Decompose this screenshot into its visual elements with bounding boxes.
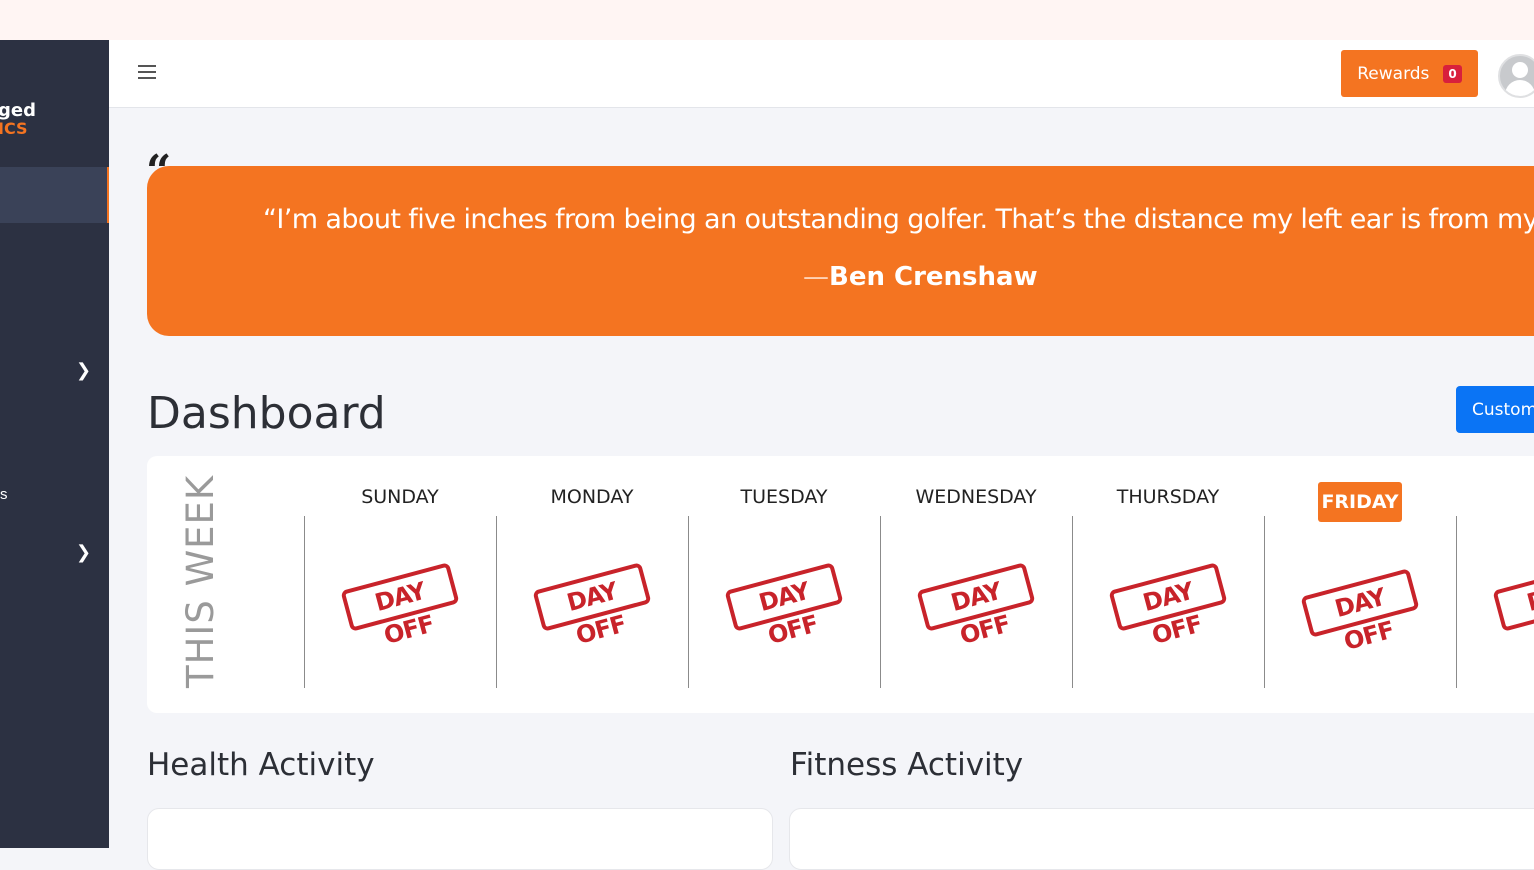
sidebar: ged ICS ❯ s ❯	[0, 40, 109, 848]
customize-button[interactable]: Custom	[1456, 386, 1534, 433]
rewards-label: Rewards	[1357, 63, 1430, 84]
day-off-stamp: DAY OFF	[1492, 562, 1534, 650]
health-activity-panel	[147, 808, 773, 870]
fitness-activity-panel	[789, 808, 1534, 870]
day-column: SUNDAY DAY OFF	[304, 456, 496, 713]
top-header: Rewards 0	[109, 40, 1534, 108]
day-name: WEDNESDAY	[915, 486, 1037, 508]
day-divider	[880, 516, 881, 688]
day-name: SAT	[1456, 486, 1534, 508]
day-column: THURSDAY DAY OFF	[1072, 456, 1264, 713]
day-column: TUESDAY DAY OFF	[688, 456, 880, 713]
day-name: SUNDAY	[361, 486, 439, 508]
day-off-stamp: DAY OFF	[1108, 562, 1228, 650]
day-divider	[1264, 516, 1265, 688]
day-column: SAT DAY OFF	[1456, 456, 1534, 713]
day-divider	[304, 516, 305, 688]
day-off-stamp: DAY OFF	[532, 562, 652, 650]
quote-author-name: Ben Crenshaw	[829, 262, 1038, 292]
day-divider	[496, 516, 497, 688]
rewards-count-badge: 0	[1443, 64, 1462, 83]
day-name: THURSDAY	[1116, 486, 1220, 508]
health-activity-title: Health Activity	[147, 747, 375, 783]
day-divider	[688, 516, 689, 688]
logo-line-2: ICS	[0, 119, 28, 138]
this-week-label: THIS WEEK	[179, 474, 222, 688]
quote-dash: —	[803, 262, 829, 292]
top-strip	[0, 0, 1534, 40]
sidebar-item-label[interactable]: s	[0, 486, 8, 503]
this-week-card: THIS WEEK SUNDAY DAY OFF MONDAY DAY OFF TUES…	[147, 456, 1534, 713]
quote-banner: “I’m about five inches from being an out…	[147, 166, 1534, 336]
sidebar-item-active[interactable]	[0, 167, 109, 223]
day-column: WEDNESDAY DAY OFF	[880, 456, 1072, 713]
day-off-stamp: DAY OFF	[1300, 568, 1420, 656]
day-column: MONDAY DAY OFF	[496, 456, 688, 713]
day-name-today: FRIDAY	[1318, 482, 1402, 522]
chevron-right-icon[interactable]: ❯	[76, 360, 91, 381]
day-name: TUESDAY	[740, 486, 828, 508]
user-avatar[interactable]	[1498, 54, 1534, 98]
day-divider	[1456, 516, 1457, 688]
chevron-right-icon[interactable]: ❯	[76, 542, 91, 563]
brand-logo[interactable]: ged ICS	[0, 102, 36, 138]
fitness-activity-title: Fitness Activity	[790, 747, 1024, 783]
logo-line-1: ged	[0, 100, 36, 121]
page-title: Dashboard	[147, 388, 386, 439]
day-off-stamp: DAY OFF	[916, 562, 1036, 650]
day-off-stamp: DAY OFF	[340, 562, 460, 650]
rewards-button[interactable]: Rewards 0	[1341, 50, 1478, 97]
day-column: FRIDAY DAY OFF	[1264, 456, 1456, 713]
hamburger-menu-icon[interactable]	[138, 65, 156, 81]
day-divider	[1072, 516, 1073, 688]
day-name: MONDAY	[550, 486, 634, 508]
quote-text: “I’m about five inches from being an out…	[263, 204, 1534, 235]
quote-author: —Ben Crenshaw	[803, 262, 1038, 292]
day-off-stamp: DAY OFF	[724, 562, 844, 650]
